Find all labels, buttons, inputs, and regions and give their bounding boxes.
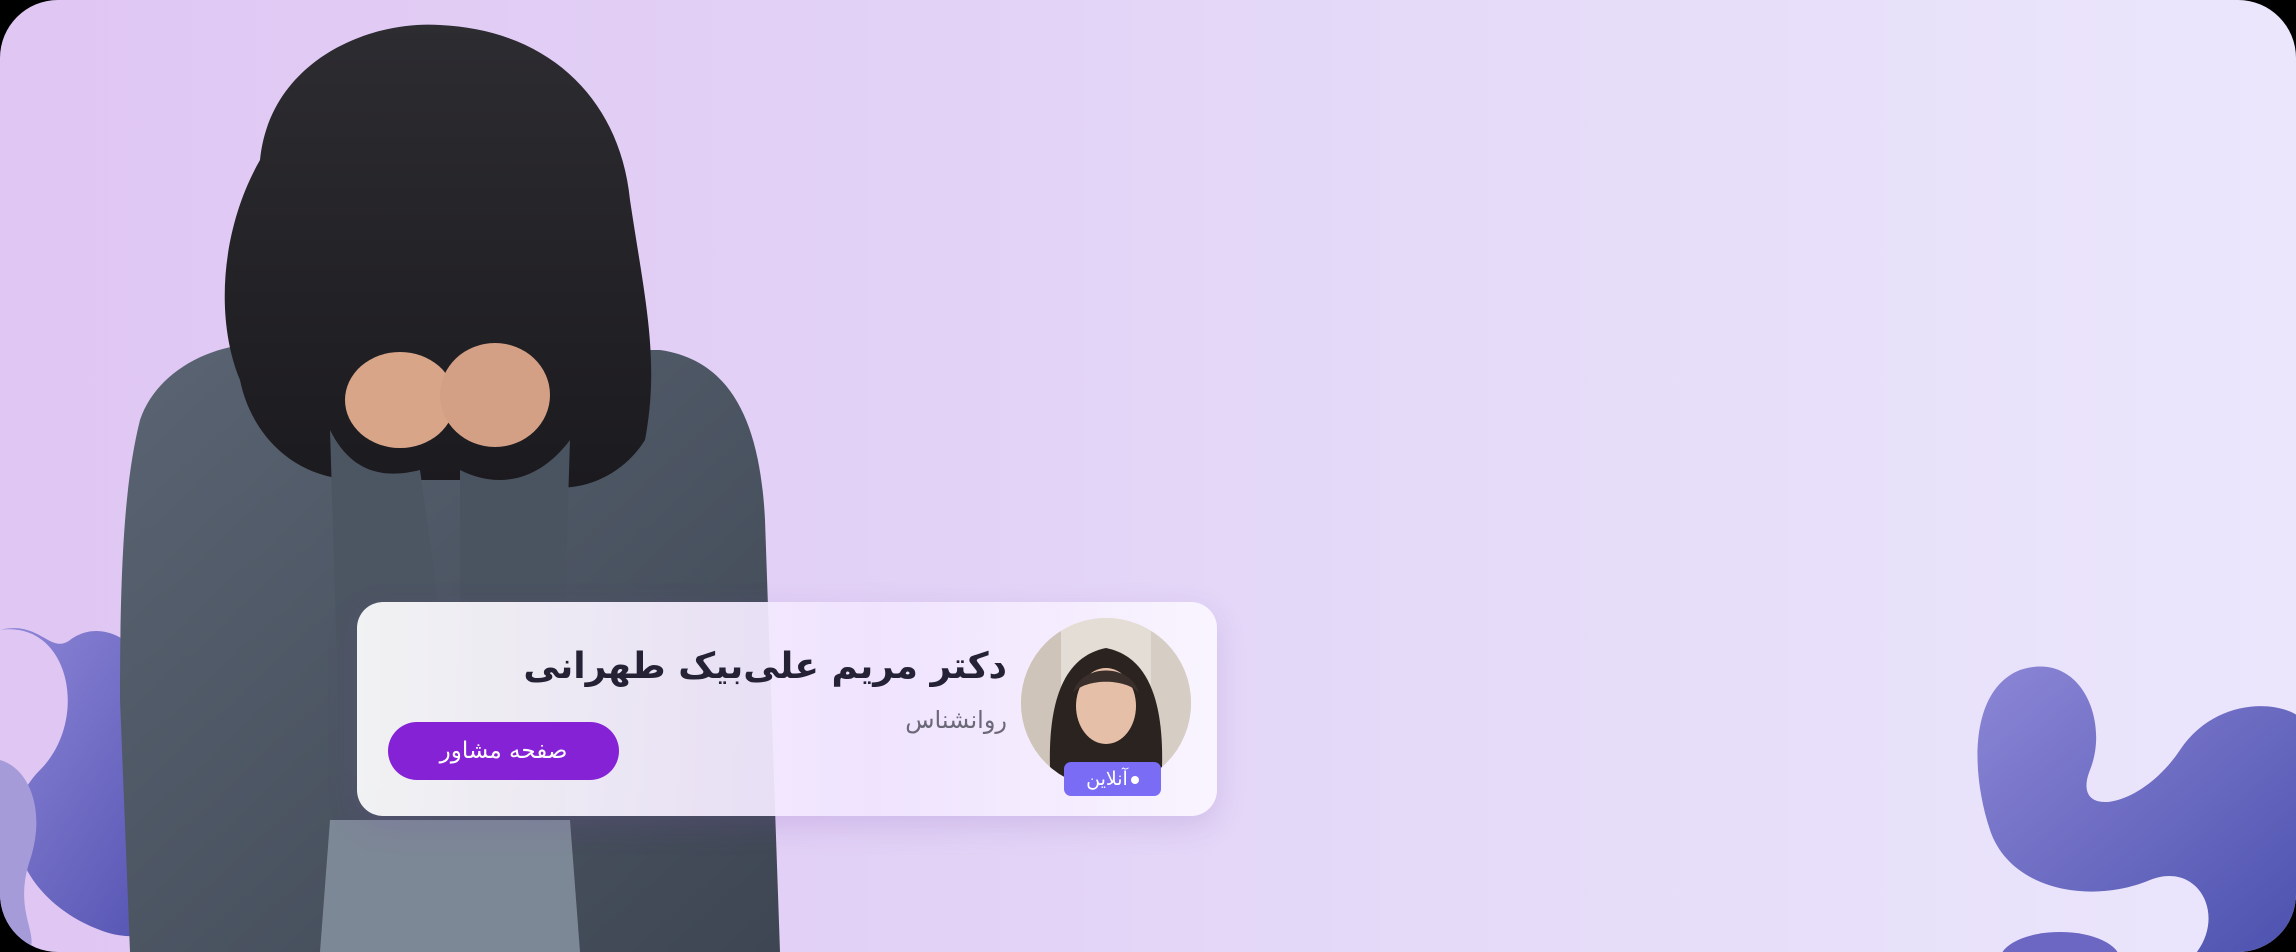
consultant-role: روانشناس xyxy=(905,706,1007,734)
decorative-blob-right xyxy=(1977,666,2296,952)
hero-banner: آنلاین دکتر مریم علی‌بیک طهرانی روانشناس… xyxy=(0,0,2296,952)
consultant-card: آنلاین دکتر مریم علی‌بیک طهرانی روانشناس… xyxy=(357,602,1217,816)
consultant-name: دکتر مریم علی‌بیک طهرانی xyxy=(523,646,1007,687)
consultant-page-button[interactable]: صفحه مشاور xyxy=(388,722,619,780)
online-dot-icon xyxy=(1130,775,1139,784)
online-status-badge: آنلاین xyxy=(1064,762,1161,796)
online-status-label: آنلاین xyxy=(1086,768,1128,790)
